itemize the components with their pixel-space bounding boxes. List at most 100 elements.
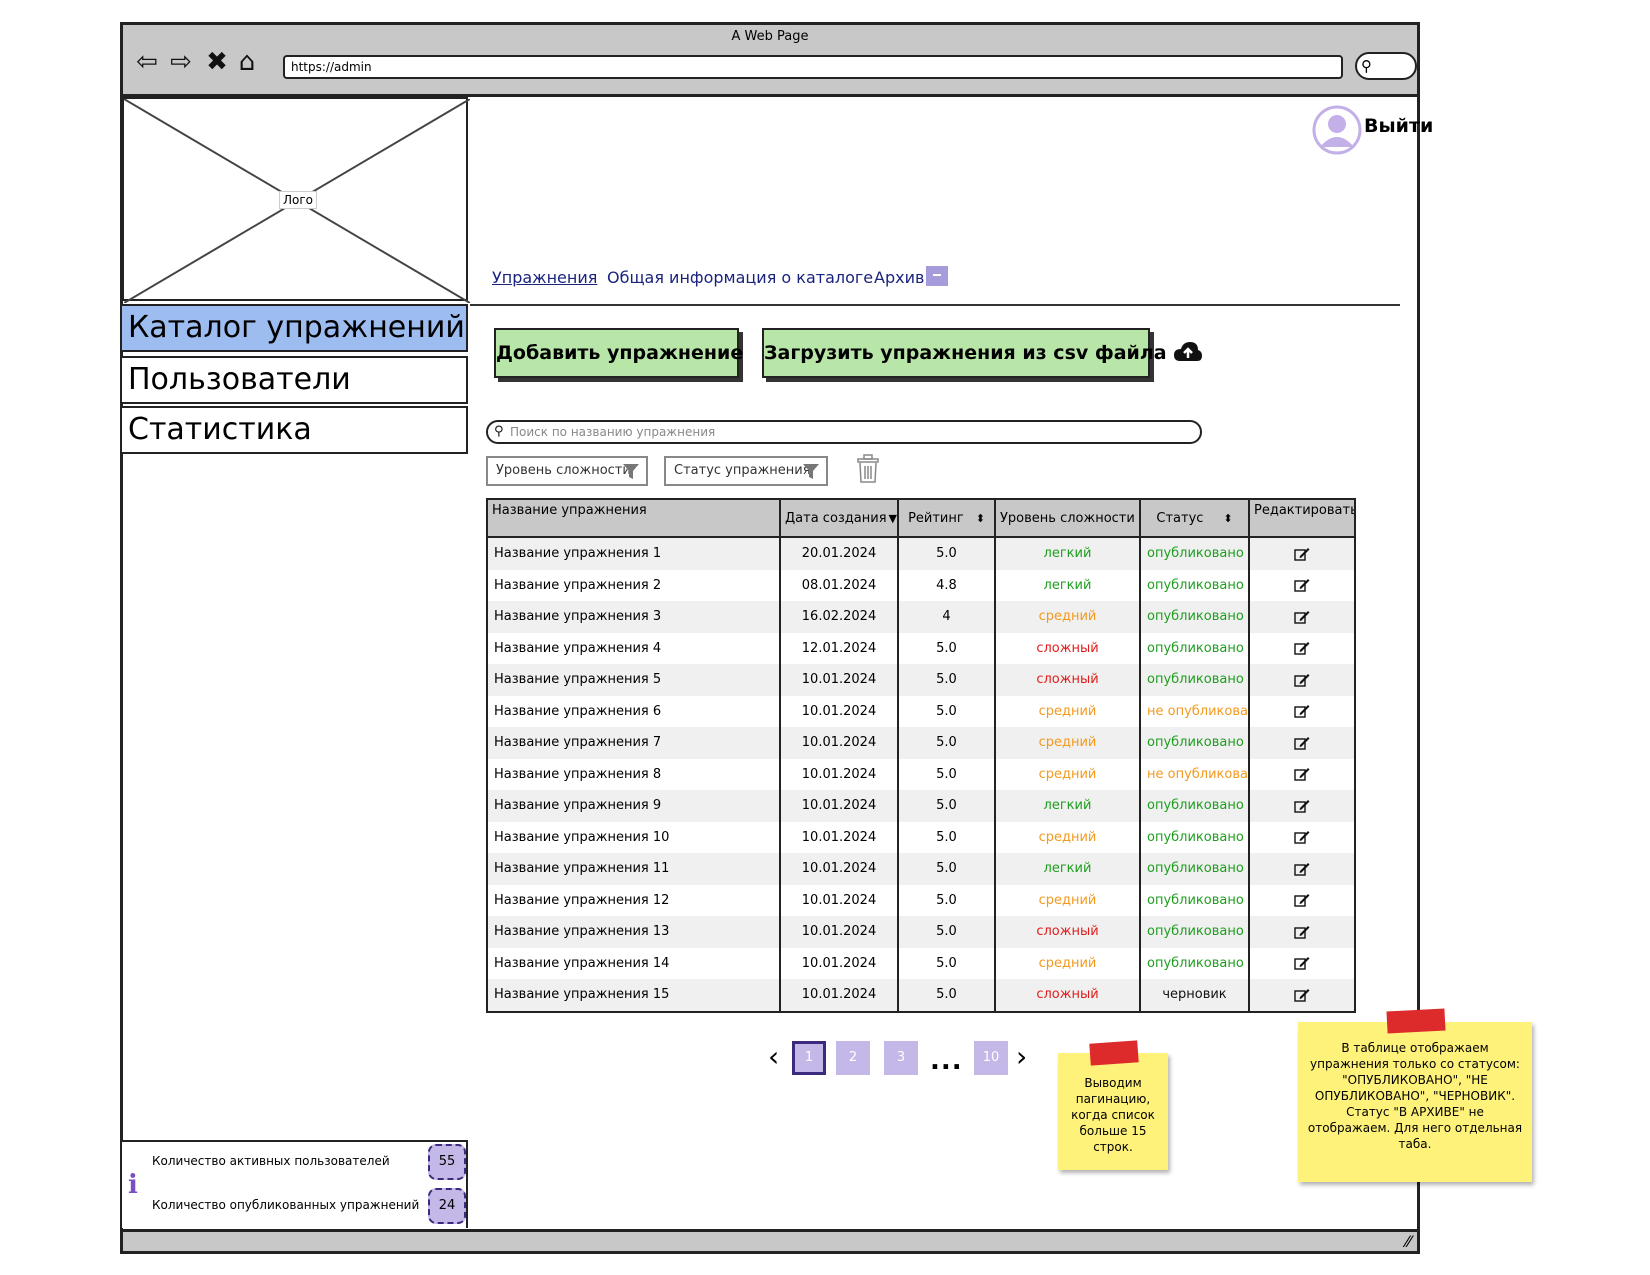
published-exercises-count: 24 bbox=[428, 1188, 466, 1224]
edit-pencil-icon[interactable] bbox=[1294, 893, 1310, 907]
col-header-date[interactable]: Дата создания ▼ bbox=[780, 500, 899, 538]
table-header-row: Название упражнения Дата создания ▼ Рейти… bbox=[488, 500, 1354, 538]
edit-pencil-icon[interactable] bbox=[1294, 673, 1310, 687]
col-header-rating[interactable]: Рейтинг ⬍ bbox=[898, 500, 996, 538]
status-filter[interactable]: Статус упражнения bbox=[664, 456, 828, 486]
table-row: Название упражнения 7 10.01.2024 5.0 средни… bbox=[488, 727, 1354, 759]
table-row: Название упражнения 15 10.01.2024 5.0 сложн… bbox=[488, 979, 1354, 1011]
page-button-1[interactable]: 1 bbox=[792, 1041, 826, 1075]
edit-pencil-icon[interactable] bbox=[1294, 767, 1310, 781]
sort-desc-icon[interactable]: ▼ bbox=[889, 512, 896, 525]
created-date-cell: 10.01.2024 bbox=[780, 884, 899, 916]
created-date-cell: 10.01.2024 bbox=[780, 758, 899, 790]
col-header-level-label: Уровень сложности bbox=[1000, 510, 1135, 526]
table-row: Название упражнения 12 10.01.2024 5.0 средн… bbox=[488, 884, 1354, 916]
rating-cell: 5.0 bbox=[898, 979, 996, 1011]
browser-search-button[interactable]: ⚲ bbox=[1355, 52, 1417, 80]
difficulty-cell: сложный bbox=[995, 916, 1141, 948]
edit-pencil-icon[interactable] bbox=[1294, 862, 1310, 876]
difficulty-cell: средний bbox=[995, 758, 1141, 790]
edit-pencil-icon[interactable] bbox=[1294, 988, 1310, 1002]
edit-pencil-icon[interactable] bbox=[1294, 610, 1310, 624]
logout-link[interactable]: Выйти bbox=[1364, 115, 1433, 137]
sticky-tape bbox=[1386, 1008, 1446, 1034]
forward-arrow-icon[interactable]: ⇨ bbox=[167, 47, 195, 77]
active-users-label: Количество активных пользователей bbox=[152, 1154, 390, 1168]
created-date-cell: 08.01.2024 bbox=[780, 569, 899, 601]
edit-cell bbox=[1249, 821, 1354, 853]
tab-catalog-info[interactable]: Общая информация о каталоге bbox=[607, 268, 873, 287]
rating-cell: 5.0 bbox=[898, 947, 996, 979]
edit-pencil-icon[interactable] bbox=[1294, 830, 1310, 844]
created-date-cell: 10.01.2024 bbox=[780, 695, 899, 727]
edit-pencil-icon[interactable] bbox=[1294, 641, 1310, 655]
created-date-cell: 10.01.2024 bbox=[780, 821, 899, 853]
difficulty-cell: средний bbox=[995, 727, 1141, 759]
archive-icon[interactable] bbox=[926, 266, 948, 286]
status-cell: опубликовано bbox=[1140, 632, 1250, 664]
sidebar-item-catalog[interactable]: Каталог упражнений bbox=[120, 304, 468, 352]
created-date-cell: 10.01.2024 bbox=[780, 979, 899, 1011]
edit-cell bbox=[1249, 601, 1354, 633]
edit-pencil-icon[interactable] bbox=[1294, 736, 1310, 750]
edit-cell bbox=[1249, 947, 1354, 979]
rating-cell: 5.0 bbox=[898, 853, 996, 885]
exercise-name-cell: Название упражнения 10 bbox=[488, 821, 781, 853]
url-bar[interactable]: https://admin bbox=[283, 55, 1343, 79]
col-header-name-label: Название упражнения bbox=[492, 503, 647, 518]
search-input[interactable]: ⚲ Поиск по названию упражнения bbox=[486, 420, 1202, 444]
col-header-edit-label: Редактировать bbox=[1254, 503, 1354, 518]
table-row: Название упражнения 13 10.01.2024 5.0 сложн… bbox=[488, 916, 1354, 948]
trash-icon[interactable] bbox=[855, 454, 881, 484]
sidebar-item-statistics[interactable]: Статистика bbox=[120, 406, 468, 454]
close-x-icon[interactable]: ✖ bbox=[203, 47, 231, 77]
rating-cell: 5.0 bbox=[898, 790, 996, 822]
rating-cell: 5.0 bbox=[898, 727, 996, 759]
prev-page-icon[interactable]: ‹ bbox=[768, 1040, 779, 1074]
catalog-stats-panel: i Количество активных пользователей 55 К… bbox=[122, 1140, 468, 1228]
pagination-ellipsis: ... bbox=[930, 1046, 963, 1076]
status-cell: опубликовано bbox=[1140, 601, 1250, 633]
page-button-2[interactable]: 2 bbox=[836, 1041, 870, 1075]
tab-exercises[interactable]: Упражнения bbox=[492, 268, 597, 287]
edit-cell bbox=[1249, 916, 1354, 948]
created-date-cell: 20.01.2024 bbox=[780, 537, 899, 570]
sort-toggle-icon[interactable]: ⬍ bbox=[1223, 512, 1232, 525]
next-page-icon[interactable]: › bbox=[1016, 1040, 1027, 1074]
col-header-level[interactable]: Уровень сложности⬍ bbox=[995, 500, 1141, 538]
user-avatar-icon[interactable] bbox=[1312, 105, 1362, 155]
page-button-3[interactable]: 3 bbox=[884, 1041, 918, 1075]
edit-pencil-icon[interactable] bbox=[1294, 956, 1310, 970]
upload-csv-button[interactable]: Загрузить упражнения из csv файла bbox=[762, 328, 1203, 378]
sort-toggle-icon[interactable]: ⬍ bbox=[976, 512, 985, 525]
edit-pencil-icon[interactable] bbox=[1294, 704, 1310, 718]
back-arrow-icon[interactable]: ⇦ bbox=[133, 47, 161, 77]
status-cell: опубликовано bbox=[1140, 916, 1250, 948]
add-exercise-label: Добавить упражнение bbox=[496, 342, 744, 364]
status-filter-label: Статус упражнения bbox=[674, 463, 811, 478]
table-row: Название упражнения 6 10.01.2024 5.0 средни… bbox=[488, 695, 1354, 727]
home-icon[interactable]: ⌂ bbox=[233, 47, 261, 77]
edit-pencil-icon[interactable] bbox=[1294, 547, 1310, 561]
edit-cell bbox=[1249, 537, 1354, 570]
exercise-name-cell: Название упражнения 12 bbox=[488, 884, 781, 916]
exercise-name-cell: Название упражнения 14 bbox=[488, 947, 781, 979]
exercise-name-cell: Название упражнения 13 bbox=[488, 916, 781, 948]
page-button-10[interactable]: 10 bbox=[974, 1041, 1008, 1075]
edit-pencil-icon[interactable] bbox=[1294, 799, 1310, 813]
rating-cell: 4 bbox=[898, 601, 996, 633]
col-header-status[interactable]: Статус ⬍ bbox=[1140, 500, 1250, 538]
sidebar-item-users[interactable]: Пользователи bbox=[120, 356, 468, 404]
created-date-cell: 10.01.2024 bbox=[780, 916, 899, 948]
rating-cell: 5.0 bbox=[898, 537, 996, 570]
edit-pencil-icon[interactable] bbox=[1294, 578, 1310, 592]
difficulty-cell: сложный bbox=[995, 979, 1141, 1011]
exercises-table: Название упражнения Дата создания ▼ Рейти… bbox=[486, 498, 1356, 1013]
tab-archive[interactable]: Архив bbox=[874, 268, 924, 287]
resize-grip-icon[interactable]: ⁄⁄ bbox=[1406, 1232, 1411, 1251]
search-placeholder: Поиск по названию упражнения bbox=[510, 425, 716, 439]
edit-pencil-icon[interactable] bbox=[1294, 925, 1310, 939]
exercise-name-cell: Название упражнения 6 bbox=[488, 695, 781, 727]
difficulty-filter[interactable]: Уровень сложности bbox=[486, 456, 648, 486]
add-exercise-button[interactable]: Добавить упражнение bbox=[494, 328, 743, 378]
